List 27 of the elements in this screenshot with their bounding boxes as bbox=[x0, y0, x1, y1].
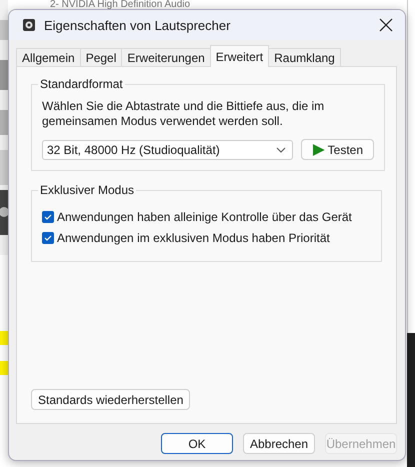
tab[interactable]: Erweiterungen bbox=[121, 48, 211, 66]
group-heading: Standardformat bbox=[39, 77, 124, 91]
checkbox-label: Anwendungen haben alleinige Kontrolle über das Gerät bbox=[57, 210, 352, 224]
text-highlight bbox=[0, 361, 8, 375]
test-button[interactable]: Testen bbox=[301, 139, 374, 160]
play-icon bbox=[312, 142, 326, 156]
checkmark-icon bbox=[44, 234, 52, 242]
dialog-button[interactable]: Abbrechen bbox=[243, 433, 315, 454]
chevron-icon bbox=[276, 146, 286, 152]
window-title: Eigenschaften von Lautsprecher bbox=[44, 18, 232, 32]
description-text: Wählen Sie die Abtastrate und die Bittiefe aus, die im gemeinsamen Modus verwendet werden soll. bbox=[42, 99, 326, 129]
tab[interactable]: Raumklang bbox=[268, 48, 341, 66]
tab[interactable]: Allgemein bbox=[16, 48, 81, 66]
text-highlight bbox=[0, 331, 8, 345]
device-name: 2- NVIDIA High Definition Audio bbox=[50, 0, 190, 10]
checkbox[interactable] bbox=[42, 232, 54, 244]
dialog-button[interactable]: OK bbox=[161, 433, 233, 454]
close-icon[interactable] bbox=[377, 16, 395, 34]
speaker-icon bbox=[22, 18, 36, 32]
checkmark-icon bbox=[44, 213, 52, 221]
restore-defaults-button[interactable]: Standards wiederherstellen bbox=[31, 389, 190, 410]
checkbox[interactable] bbox=[42, 211, 54, 223]
tab[interactable]: Pegel bbox=[80, 48, 122, 66]
group-heading: Exklusiver Modus bbox=[39, 183, 136, 197]
tab[interactable]: Erweitert bbox=[210, 45, 270, 67]
format-dropdown[interactable]: 32 Bit, 48000 Hz (Studioqualität) bbox=[42, 140, 293, 160]
checkbox-label: Anwendungen im exklusiven Modus haben Priorität bbox=[57, 231, 330, 245]
